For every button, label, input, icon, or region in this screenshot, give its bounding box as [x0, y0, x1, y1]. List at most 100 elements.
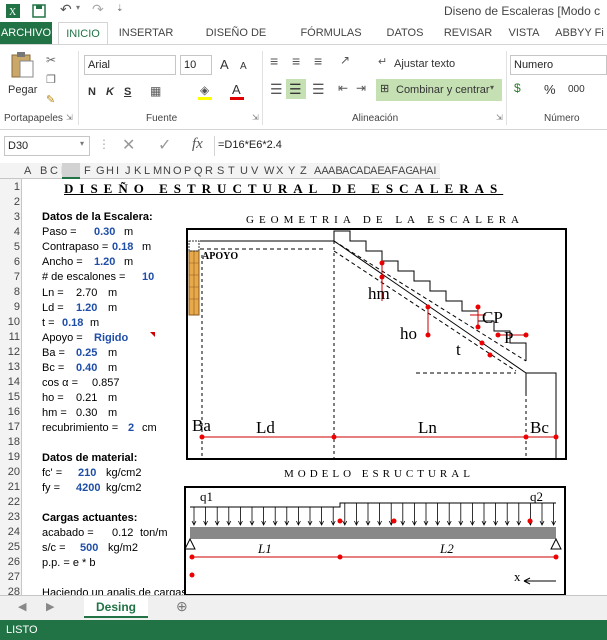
value-t[interactable]: 0.18 — [62, 317, 83, 329]
tab-insert[interactable]: INSERTAR — [114, 22, 178, 44]
column-header[interactable]: AC — [342, 163, 357, 179]
borders-icon[interactable]: ▦ — [150, 84, 161, 98]
column-header[interactable]: AF — [384, 163, 398, 179]
value-fc[interactable]: 210 — [78, 467, 96, 479]
tab-data[interactable]: DATOS — [380, 22, 430, 44]
align-center-icon[interactable]: ☰ — [289, 81, 302, 98]
row-header[interactable]: 2 — [0, 196, 20, 208]
paste-icon[interactable] — [10, 51, 34, 79]
row-header[interactable]: 10 — [0, 316, 20, 328]
cut-icon[interactable]: ✂ — [46, 53, 56, 67]
align-bottom-icon[interactable]: ≡ — [314, 53, 322, 69]
column-header[interactable]: Y — [288, 163, 300, 179]
row-header[interactable]: 1 — [0, 181, 20, 193]
column-header[interactable]: P — [184, 163, 194, 179]
save-icon[interactable] — [32, 4, 46, 18]
column-header[interactable]: AG — [398, 163, 414, 179]
column-header[interactable]: B — [40, 163, 50, 179]
number-format-select[interactable]: Numero — [510, 55, 607, 75]
row-header[interactable]: 6 — [0, 256, 20, 268]
increase-indent-icon[interactable]: ⇥ — [356, 81, 366, 95]
column-header[interactable]: Q — [194, 163, 205, 179]
column-header[interactable]: W — [264, 163, 276, 179]
tab-file[interactable]: ARCHIVO — [0, 22, 52, 44]
tab-view[interactable]: VISTA — [504, 22, 544, 44]
column-header[interactable]: C — [50, 163, 61, 179]
column-header[interactable]: I — [116, 163, 125, 179]
font-size-select[interactable]: 10 — [180, 55, 212, 75]
tab-review[interactable]: REVISAR — [440, 22, 496, 44]
fill-color-icon[interactable]: ◈ — [200, 83, 209, 97]
align-right-icon[interactable]: ☰ — [312, 81, 325, 98]
formula-input[interactable]: =D16*E6*2.4 — [214, 136, 607, 156]
row-header[interactable]: 17 — [0, 421, 20, 433]
scroll-prev-sheet-icon[interactable]: ◀ — [18, 600, 26, 613]
value-fy[interactable]: 4200 — [76, 482, 100, 494]
underline-button[interactable]: S — [124, 83, 131, 101]
column-header[interactable]: Z — [300, 163, 314, 179]
select-all-corner[interactable] — [0, 163, 24, 179]
align-top-icon[interactable]: ≡ — [270, 53, 278, 69]
value-escalones[interactable]: 10 — [142, 271, 154, 283]
column-header[interactable]: AA — [314, 163, 329, 179]
value-ba[interactable]: 0.25 — [76, 347, 97, 359]
cancel-icon[interactable]: ✕ — [122, 135, 135, 155]
row-header[interactable]: 22 — [0, 496, 20, 508]
value-ln[interactable]: 2.70 — [76, 287, 97, 299]
row-header[interactable]: 21 — [0, 481, 20, 493]
row-header[interactable]: 25 — [0, 541, 20, 553]
value-ld[interactable]: 1.20 — [76, 302, 97, 314]
percent-button[interactable]: % — [544, 81, 556, 99]
row-header[interactable]: 7 — [0, 271, 20, 283]
insert-function-button[interactable]: fx — [192, 136, 203, 153]
column-header[interactable]: X — [276, 163, 288, 179]
font-launcher-icon[interactable]: ⇲ — [252, 113, 259, 122]
column-header[interactable]: O — [173, 163, 184, 179]
column-header[interactable]: H — [106, 163, 116, 179]
tab-page-layout[interactable]: DISEÑO DE PÁGINA — [186, 22, 286, 61]
copy-icon[interactable]: ❐ — [46, 73, 56, 86]
column-header[interactable]: U — [240, 163, 251, 179]
format-painter-icon[interactable]: ✎ — [46, 93, 55, 106]
comment-indicator-icon[interactable] — [150, 332, 155, 337]
column-header[interactable]: G — [96, 163, 106, 179]
font-color-icon[interactable]: A — [232, 82, 241, 97]
row-header[interactable]: 12 — [0, 346, 20, 358]
row-header[interactable]: 9 — [0, 301, 20, 313]
align-middle-icon[interactable]: ≡ — [292, 53, 300, 69]
column-header[interactable]: R — [205, 163, 217, 179]
name-box[interactable]: D30 — [4, 136, 90, 156]
column-header[interactable]: AI — [426, 163, 440, 179]
alignment-launcher-icon[interactable]: ⇲ — [496, 113, 503, 122]
column-header[interactable]: V — [251, 163, 264, 179]
column-header[interactable]: AB — [328, 163, 343, 179]
add-sheet-icon[interactable]: ⊕ — [176, 598, 188, 615]
column-header[interactable]: S — [217, 163, 228, 179]
worksheet-grid[interactable]: ABCDEFGHIJKLMNOPQRSTUVWXYZAAABACADAEAFAG… — [0, 163, 607, 595]
row-header[interactable]: 8 — [0, 286, 20, 298]
undo-icon[interactable]: ↶ — [60, 1, 72, 18]
row-header[interactable]: 15 — [0, 391, 20, 403]
shrink-font-button[interactable]: A — [240, 58, 247, 76]
wrap-text-icon[interactable]: ↵ — [378, 55, 387, 68]
row-header[interactable]: 14 — [0, 376, 20, 388]
value-sc[interactable]: 500 — [80, 542, 98, 554]
name-box-dropdown-icon[interactable]: ▾ — [80, 139, 84, 148]
column-header[interactable]: M — [153, 163, 163, 179]
value-contrapaso[interactable]: 0.18 — [112, 241, 133, 253]
font-name-select[interactable]: Arial — [84, 55, 176, 75]
row-header[interactable]: 13 — [0, 361, 20, 373]
column-header[interactable]: F — [84, 163, 96, 179]
orientation-icon[interactable]: ↗ — [340, 53, 350, 67]
row-header[interactable]: 20 — [0, 466, 20, 478]
decrease-indent-icon[interactable]: ⇤ — [338, 81, 348, 95]
grow-font-button[interactable]: A — [220, 56, 229, 74]
column-header[interactable]: A — [24, 163, 40, 179]
sheet-tab-desing[interactable]: Desing — [84, 596, 148, 618]
row-header[interactable]: 16 — [0, 406, 20, 418]
column-header[interactable]: J — [125, 163, 134, 179]
bold-button[interactable]: N — [88, 83, 96, 101]
row-header[interactable]: 19 — [0, 451, 20, 463]
enter-icon[interactable]: ✓ — [158, 135, 171, 155]
row-header[interactable]: 4 — [0, 226, 20, 238]
